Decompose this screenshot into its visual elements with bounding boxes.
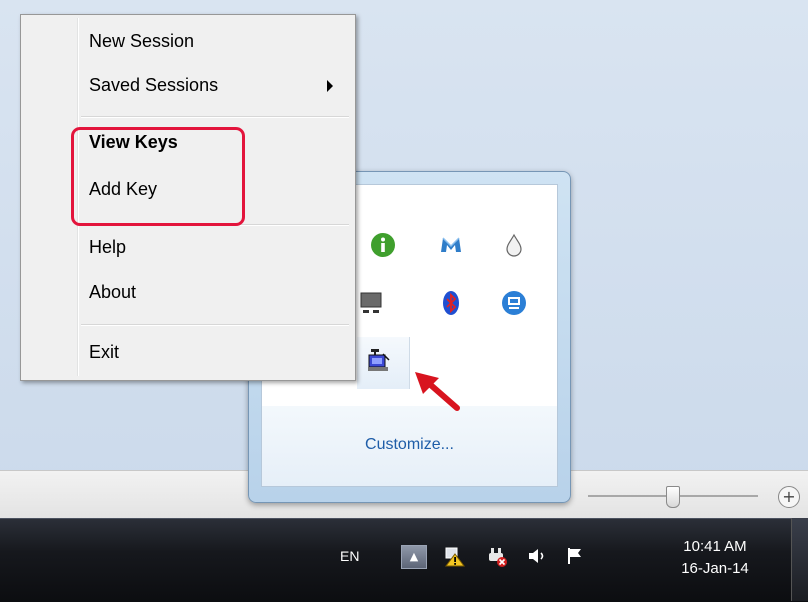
menu-item-help[interactable]: Help xyxy=(24,233,350,263)
bluetooth-icon[interactable] xyxy=(437,289,465,317)
zoom-slider[interactable] xyxy=(588,484,758,508)
pageant-icon[interactable] xyxy=(365,346,393,374)
submenu-arrow-icon xyxy=(327,80,333,92)
menu-separator xyxy=(81,324,349,326)
menu-item-label: New Session xyxy=(89,31,195,51)
action-center-warning-icon[interactable] xyxy=(442,543,468,569)
zoom-in-button[interactable]: + xyxy=(778,486,800,508)
menu-item-exit[interactable]: Exit xyxy=(24,338,350,368)
remote-desktop-icon[interactable] xyxy=(500,289,528,317)
menu-item-label: Exit xyxy=(89,342,120,362)
clock-date: 16-Jan-14 xyxy=(681,560,749,577)
network-monitor-icon[interactable] xyxy=(357,289,385,317)
keys-highlight-annotation xyxy=(71,127,245,226)
flag-icon[interactable] xyxy=(562,543,588,569)
zoom-slider-thumb[interactable] xyxy=(666,486,680,508)
water-drop-icon[interactable] xyxy=(500,231,528,259)
menu-item-label: Help xyxy=(89,237,127,257)
context-menu: New Session Saved Sessions View Keys Add… xyxy=(20,14,356,381)
red-arrow-annotation-icon xyxy=(415,372,460,411)
info-icon[interactable] xyxy=(369,231,397,259)
clock-time: 10:41 AM xyxy=(683,538,747,555)
volume-icon[interactable] xyxy=(524,543,550,569)
menu-item-about[interactable]: About xyxy=(24,278,350,308)
menu-item-new-session[interactable]: New Session xyxy=(24,27,350,57)
flyout-footer: Customize... xyxy=(261,406,558,487)
menu-item-saved-sessions[interactable]: Saved Sessions xyxy=(24,71,350,101)
customize-link[interactable]: Customize... xyxy=(262,436,557,454)
taskbar-clock[interactable]: 10:41 AM 16-Jan-14 xyxy=(660,536,770,580)
malwarebytes-icon[interactable] xyxy=(437,231,465,259)
language-indicator[interactable]: EN xyxy=(340,548,359,564)
show-desktop-button[interactable] xyxy=(791,518,808,601)
show-hidden-icons-button[interactable]: ▲ xyxy=(401,545,427,569)
menu-item-label: About xyxy=(89,282,137,302)
menu-item-label: Saved Sessions xyxy=(89,75,219,95)
menu-separator xyxy=(81,116,349,118)
power-plug-error-icon[interactable] xyxy=(484,543,510,569)
chevron-up-icon: ▲ xyxy=(409,550,419,563)
